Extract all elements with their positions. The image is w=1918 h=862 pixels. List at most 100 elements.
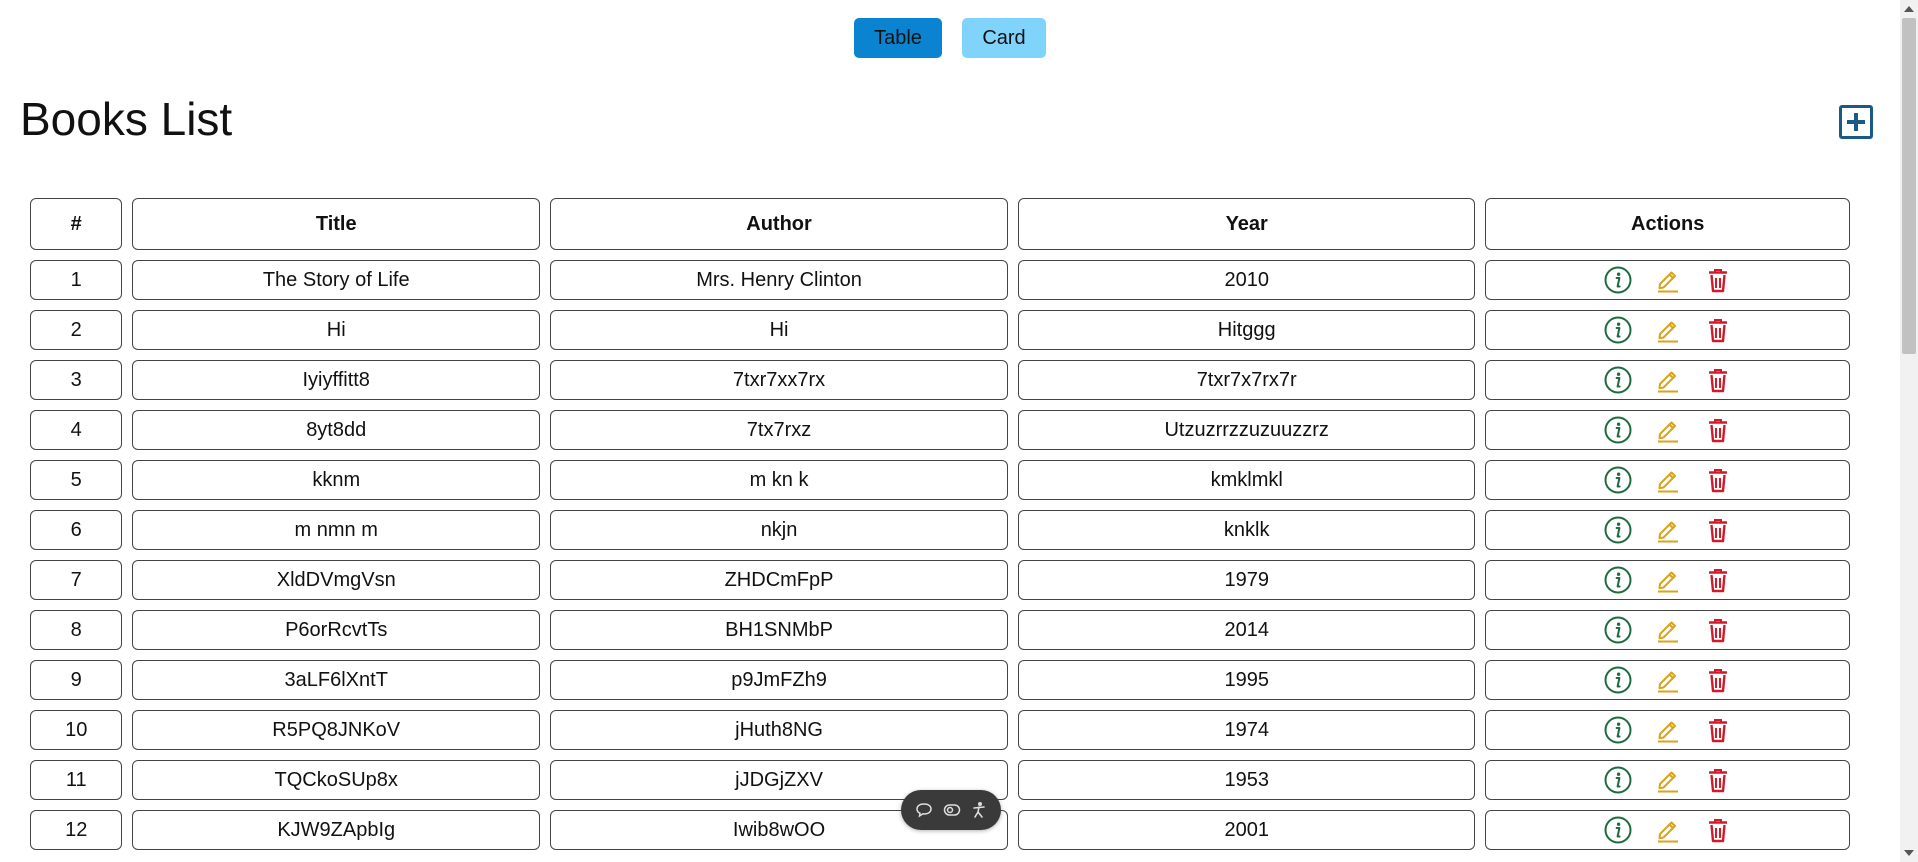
trash-icon[interactable] bbox=[1704, 766, 1732, 794]
pencil-icon[interactable] bbox=[1654, 566, 1682, 594]
cell-title: 3aLF6lXntT bbox=[132, 660, 541, 700]
books-table: # Title Author Year Actions 1 The Story o… bbox=[20, 188, 1860, 860]
cell-actions bbox=[1485, 660, 1850, 700]
info-circle-icon[interactable] bbox=[1604, 766, 1632, 794]
cell-number: 12 bbox=[30, 810, 123, 850]
trash-icon[interactable] bbox=[1704, 416, 1732, 444]
pencil-icon[interactable] bbox=[1654, 816, 1682, 844]
info-circle-icon[interactable] bbox=[1604, 516, 1632, 544]
cell-author: Hi bbox=[550, 310, 1009, 350]
row-actions bbox=[1486, 466, 1849, 494]
header-author: Author bbox=[550, 198, 1009, 250]
info-circle-icon[interactable] bbox=[1604, 716, 1632, 744]
trash-icon[interactable] bbox=[1704, 366, 1732, 394]
pencil-icon[interactable] bbox=[1654, 666, 1682, 694]
trash-icon[interactable] bbox=[1704, 466, 1732, 494]
pencil-icon[interactable] bbox=[1654, 766, 1682, 794]
trash-icon[interactable] bbox=[1704, 266, 1732, 294]
cell-actions bbox=[1485, 360, 1850, 400]
row-actions bbox=[1486, 816, 1849, 844]
cell-number: 1 bbox=[30, 260, 123, 300]
cell-number: 4 bbox=[30, 410, 123, 450]
pencil-icon[interactable] bbox=[1654, 616, 1682, 644]
info-circle-icon[interactable] bbox=[1604, 366, 1632, 394]
pencil-icon[interactable] bbox=[1654, 366, 1682, 394]
cell-author: BH1SNMbP bbox=[550, 610, 1009, 650]
row-actions bbox=[1486, 766, 1849, 794]
cell-number: 7 bbox=[30, 560, 123, 600]
row-actions bbox=[1486, 566, 1849, 594]
trash-icon[interactable] bbox=[1704, 566, 1732, 594]
trash-icon[interactable] bbox=[1704, 666, 1732, 694]
pencil-icon[interactable] bbox=[1654, 266, 1682, 294]
table-row: 4 8yt8dd 7tx7rxz Utzuzrrzzuzuuzzrz bbox=[30, 410, 1850, 450]
cell-number: 6 bbox=[30, 510, 123, 550]
pencil-icon[interactable] bbox=[1654, 516, 1682, 544]
cell-title: The Story of Life bbox=[132, 260, 541, 300]
info-circle-icon[interactable] bbox=[1604, 616, 1632, 644]
header-year: Year bbox=[1018, 198, 1476, 250]
cell-title: XldDVmgVsn bbox=[132, 560, 541, 600]
cell-actions bbox=[1485, 560, 1850, 600]
cell-number: 2 bbox=[30, 310, 123, 350]
info-circle-icon[interactable] bbox=[1604, 466, 1632, 494]
row-actions bbox=[1486, 316, 1849, 344]
pencil-icon[interactable] bbox=[1654, 716, 1682, 744]
info-circle-icon[interactable] bbox=[1604, 266, 1632, 294]
cell-title: 8yt8dd bbox=[132, 410, 541, 450]
table-row: 9 3aLF6lXntT p9JmFZh9 1995 bbox=[30, 660, 1850, 700]
pencil-icon[interactable] bbox=[1654, 416, 1682, 444]
cell-year: kmklmkl bbox=[1018, 460, 1476, 500]
trash-icon[interactable] bbox=[1704, 316, 1732, 344]
cell-number: 10 bbox=[30, 710, 123, 750]
card-view-button[interactable]: Card bbox=[962, 18, 1046, 58]
toggle-view-icon[interactable] bbox=[943, 803, 961, 817]
accessibility-icon[interactable] bbox=[971, 801, 987, 819]
plus-square-icon bbox=[1847, 113, 1865, 131]
info-circle-icon[interactable] bbox=[1604, 416, 1632, 444]
cell-actions bbox=[1485, 310, 1850, 350]
pencil-icon[interactable] bbox=[1654, 316, 1682, 344]
table-view-button[interactable]: Table bbox=[854, 18, 942, 58]
scroll-up-arrow-icon[interactable] bbox=[1904, 6, 1914, 12]
row-actions bbox=[1486, 616, 1849, 644]
cell-number: 3 bbox=[30, 360, 123, 400]
trash-icon[interactable] bbox=[1704, 816, 1732, 844]
cell-year: 1979 bbox=[1018, 560, 1476, 600]
trash-icon[interactable] bbox=[1704, 616, 1732, 644]
cell-author: nkjn bbox=[550, 510, 1009, 550]
info-circle-icon[interactable] bbox=[1604, 666, 1632, 694]
info-circle-icon[interactable] bbox=[1604, 816, 1632, 844]
add-book-button[interactable] bbox=[1839, 105, 1873, 139]
cell-title: P6orRcvtTs bbox=[132, 610, 541, 650]
cell-title: R5PQ8JNKoV bbox=[132, 710, 541, 750]
pencil-icon[interactable] bbox=[1654, 466, 1682, 494]
cell-author: Mrs. Henry Clinton bbox=[550, 260, 1009, 300]
cell-number: 9 bbox=[30, 660, 123, 700]
view-toggle: Table Card bbox=[0, 18, 1900, 58]
info-circle-icon[interactable] bbox=[1604, 316, 1632, 344]
header-title: Title bbox=[132, 198, 541, 250]
cell-author: jHuth8NG bbox=[550, 710, 1009, 750]
table-row: 10 R5PQ8JNKoV jHuth8NG 1974 bbox=[30, 710, 1850, 750]
vertical-scrollbar[interactable] bbox=[1900, 0, 1918, 862]
table-row: 3 Iyiyffitt8 7txr7xx7rx 7txr7x7rx7r bbox=[30, 360, 1850, 400]
cell-actions bbox=[1485, 810, 1850, 850]
table-header-row: # Title Author Year Actions bbox=[30, 198, 1850, 250]
row-actions bbox=[1486, 516, 1849, 544]
scroll-thumb[interactable] bbox=[1902, 18, 1916, 354]
row-actions bbox=[1486, 266, 1849, 294]
cell-actions bbox=[1485, 510, 1850, 550]
info-circle-icon[interactable] bbox=[1604, 566, 1632, 594]
chat-bubble-icon[interactable] bbox=[915, 802, 933, 818]
row-actions bbox=[1486, 716, 1849, 744]
trash-icon[interactable] bbox=[1704, 716, 1732, 744]
table-row: 6m nmn m nkjn knklk bbox=[30, 510, 1850, 550]
table-row: 2 Hi Hi Hitggg bbox=[30, 310, 1850, 350]
table-row: 1 The Story of Life Mrs. Henry Clinton 2010 bbox=[30, 260, 1850, 300]
cell-year: 2001 bbox=[1018, 810, 1476, 850]
cell-year: 1995 bbox=[1018, 660, 1476, 700]
scroll-down-arrow-icon[interactable] bbox=[1904, 850, 1914, 856]
trash-icon[interactable] bbox=[1704, 516, 1732, 544]
cell-year: 2014 bbox=[1018, 610, 1476, 650]
